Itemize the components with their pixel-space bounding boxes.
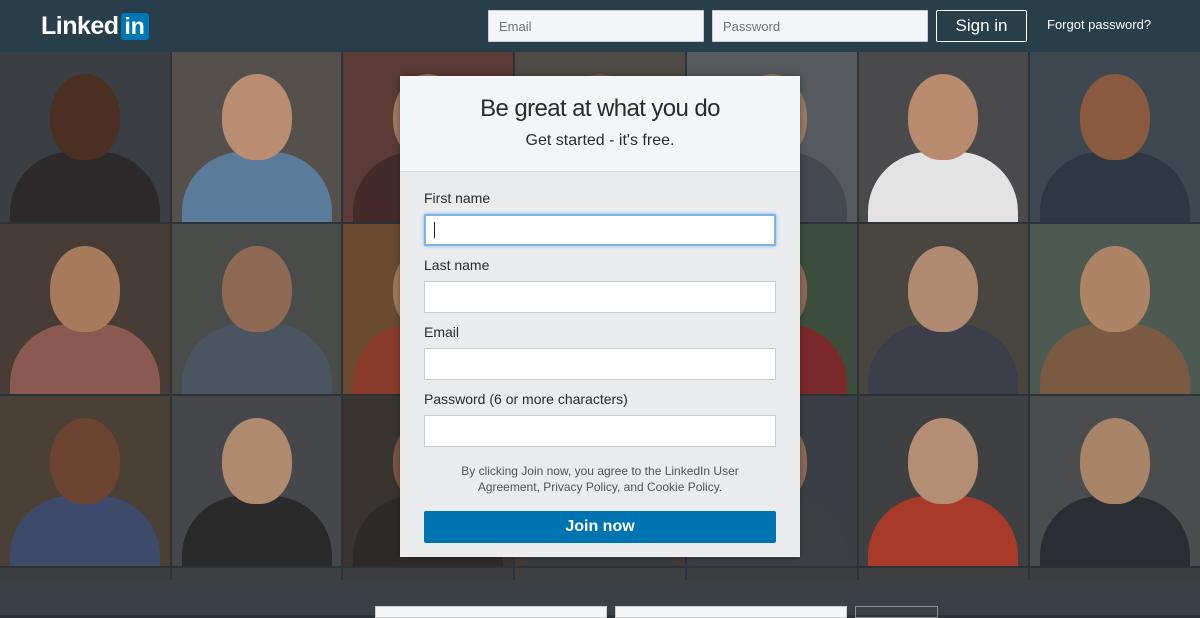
member-photo-tile <box>171 52 342 222</box>
password-input[interactable] <box>424 415 776 447</box>
portrait-face <box>908 246 979 332</box>
email-input[interactable] <box>424 348 776 380</box>
member-photo-tile <box>1030 52 1200 222</box>
member-photo-tile <box>858 224 1029 394</box>
email-label: Email <box>424 324 460 340</box>
signup-card: Be great at what you do Get started - it… <box>400 76 800 557</box>
member-photo-tile <box>858 52 1029 222</box>
portrait-shoulders <box>9 152 160 222</box>
portrait-shoulders <box>1040 496 1191 566</box>
last-name-label: Last name <box>424 257 490 273</box>
portrait-face <box>908 74 979 160</box>
password-label: Password (6 or more characters) <box>424 391 628 407</box>
portrait-face <box>49 418 120 504</box>
bottom-strip <box>0 580 1200 618</box>
member-photo-tile <box>1030 396 1200 566</box>
signup-form: First name Last name Email Password (6 o… <box>400 172 800 556</box>
member-photo-tile <box>0 224 170 394</box>
first-name-input[interactable] <box>424 214 776 246</box>
portrait-face <box>221 418 292 504</box>
portrait-shoulders <box>1040 324 1191 394</box>
signup-title: Be great at what you do <box>480 95 720 122</box>
forgot-password-link[interactable]: Forgot password? <box>1047 17 1151 32</box>
signup-card-header: Be great at what you do Get started - it… <box>400 76 800 172</box>
portrait-face <box>221 246 292 332</box>
join-now-button[interactable]: Join now <box>424 511 776 543</box>
bottom-input-2[interactable] <box>615 606 847 618</box>
portrait-face <box>1080 418 1151 504</box>
portrait-face <box>1080 246 1151 332</box>
top-nav-bar: Linked in Sign in Forgot password? <box>0 0 1200 52</box>
portrait-shoulders <box>9 324 160 394</box>
signin-password-input[interactable] <box>712 10 928 42</box>
text-caret <box>434 222 435 238</box>
portrait-shoulders <box>9 496 160 566</box>
portrait-shoulders <box>868 324 1019 394</box>
user-agreement-text: By clicking Join now, you agree to the L… <box>461 464 739 494</box>
signup-subtitle: Get started - it's free. <box>525 132 675 149</box>
portrait-shoulders <box>1040 152 1191 222</box>
portrait-shoulders <box>181 324 332 394</box>
member-photo-tile <box>858 396 1029 566</box>
signin-email-input[interactable] <box>488 10 704 42</box>
portrait-face <box>1080 74 1151 160</box>
first-name-label: First name <box>424 190 491 206</box>
portrait-face <box>49 246 120 332</box>
logo-wordmark: Linked <box>41 12 119 40</box>
bottom-input-1[interactable] <box>375 606 607 618</box>
bottom-button[interactable] <box>855 606 938 618</box>
portrait-face <box>908 418 979 504</box>
member-photo-tile <box>0 52 170 222</box>
portrait-shoulders <box>868 152 1019 222</box>
member-photo-tile <box>171 396 342 566</box>
portrait-shoulders <box>181 496 332 566</box>
member-photo-tile <box>0 396 170 566</box>
member-photo-tile <box>1030 224 1200 394</box>
portrait-shoulders <box>868 496 1019 566</box>
member-photo-tile <box>171 224 342 394</box>
last-name-input[interactable] <box>424 281 776 313</box>
logo-in-badge: in <box>120 12 149 40</box>
linkedin-logo[interactable]: Linked in <box>41 12 149 40</box>
sign-in-button[interactable]: Sign in <box>936 10 1027 42</box>
portrait-face <box>221 74 292 160</box>
portrait-shoulders <box>181 152 332 222</box>
portrait-face <box>49 74 120 160</box>
